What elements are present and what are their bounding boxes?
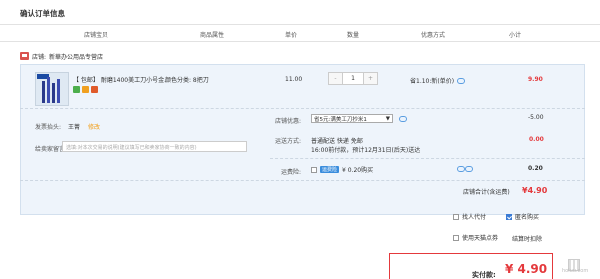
product-badges: [73, 86, 98, 93]
insurance-price: ¥ 0.20购买: [342, 167, 374, 174]
col-qty: 数量: [347, 32, 360, 39]
page-title: 确认订单信息: [20, 9, 65, 18]
item-subtotal: 9.90: [528, 76, 543, 83]
badge-orange-icon: [82, 86, 89, 93]
shipping-eta: 16:00前付款，预计12月31日(后天)送达: [311, 147, 421, 154]
insurance-label: 运费险:: [281, 169, 302, 176]
shipping-method: 普通配送 快递 免邮: [311, 138, 363, 145]
col-item: 店铺宝贝: [84, 32, 109, 39]
pay-for-other-checkbox[interactable]: [453, 213, 459, 220]
anonymous-label: 匿名购买: [515, 214, 540, 221]
info-bubble-icon[interactable]: [465, 166, 473, 172]
use-points-label: 使用天猫点券: [462, 235, 499, 242]
insurance-option: 运费险 ¥ 0.20购买: [311, 165, 373, 174]
pay-value: ¥ 4.90: [505, 262, 548, 276]
invoice-label: 发票抬头:: [35, 124, 62, 131]
shop-name[interactable]: 新華办公用品专营店: [49, 52, 103, 61]
invoice-edit-link[interactable]: 修改: [88, 122, 100, 131]
col-price: 单价: [285, 32, 298, 39]
quantity-input[interactable]: 1: [342, 73, 364, 84]
use-points-option: 使用天猫点券: [453, 233, 498, 242]
col-discount: 优惠方式: [421, 32, 446, 39]
unit-price: 11.00: [285, 76, 303, 83]
anonymous-option: 匿名购买: [506, 212, 539, 221]
insurance-badge: 运费险: [320, 166, 340, 173]
use-points-checkbox[interactable]: [453, 234, 459, 241]
badge-green-icon: [73, 86, 80, 93]
invoice-value: 王菁: [68, 124, 81, 131]
dropdown-arrow-icon: ▼: [385, 115, 390, 122]
store-discount-label: 店铺优惠:: [275, 118, 302, 125]
product-thumbnail[interactable]: [35, 72, 69, 106]
decrease-button[interactable]: -: [329, 73, 342, 84]
shop-icon: [20, 52, 29, 60]
badge-red-icon: [91, 86, 98, 93]
quantity-stepper: - 1 +: [328, 72, 378, 85]
pay-label: 实付款:: [472, 271, 496, 279]
shipping-label: 运送方式:: [275, 138, 302, 145]
insurance-amount: 0.20: [528, 165, 543, 172]
message-input[interactable]: 选填:对本次交易的说明(建议填写已和卖家协商一致的内容): [62, 141, 247, 152]
shop-row: 店铺: 新華办公用品专营店: [20, 50, 103, 62]
settle-text: 结算时扣除: [512, 236, 543, 243]
info-bubble-icon[interactable]: [457, 166, 465, 172]
pay-for-other-option: 找人代付: [453, 212, 486, 221]
insurance-checkbox[interactable]: [311, 166, 317, 173]
product-name[interactable]: 【 包邮】 耐磨1400美工刀小号金...: [73, 75, 170, 84]
column-header: 店铺宝贝 商品属性 单价 数量 优惠方式 小计: [0, 24, 600, 42]
increase-button[interactable]: +: [364, 73, 377, 84]
col-subtotal: 小计: [509, 32, 522, 39]
product-attr: 颜色分类: 8把刀: [165, 77, 209, 84]
shop-total-value: ¥4.90: [522, 186, 548, 195]
info-bubble-icon[interactable]: [399, 116, 407, 122]
shipping-amount: 0.00: [529, 136, 544, 143]
item-discount-text: 省1.10:新(单价): [410, 78, 455, 85]
anonymous-checkbox[interactable]: [506, 213, 512, 220]
shop-total-label: 店铺合计(含运费): [463, 189, 510, 196]
store-discount-select[interactable]: 省5元:满美工刀抄米1 ▼: [311, 114, 393, 123]
col-attr: 商品属性: [200, 32, 225, 39]
watermark: hoiuu.com: [562, 268, 589, 274]
info-bubble-icon[interactable]: [457, 77, 466, 84]
pay-for-other-label: 找人代付: [462, 214, 487, 221]
shop-label: 店铺:: [32, 53, 47, 61]
store-discount-amount: -5.00: [528, 114, 544, 121]
item-discount: 省1.10:新(单价): [410, 76, 466, 85]
store-discount-selected: 省5元:满美工刀抄米1: [314, 116, 367, 123]
